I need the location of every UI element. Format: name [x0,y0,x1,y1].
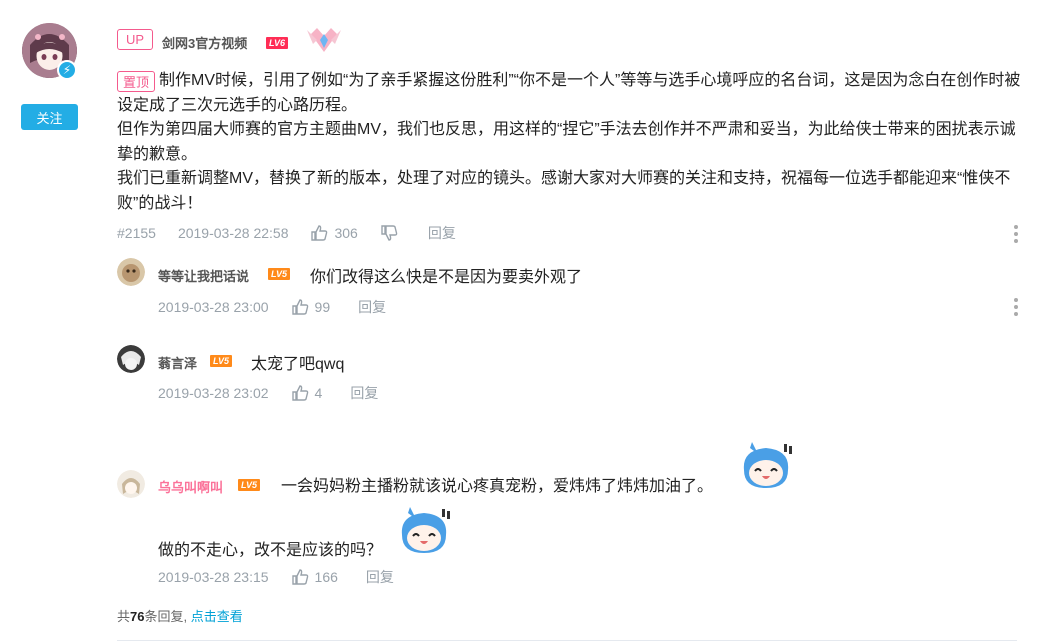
divider [117,640,1017,641]
reply-avatar[interactable] [117,470,145,498]
emoji-sticker [738,440,794,492]
reply-text: 你们改得这么快是不是因为要卖外观了 [310,269,583,286]
reply-username[interactable]: 蓊言泽 [158,353,197,372]
verified-lightning-icon: ⚡ [57,60,77,80]
like-count: 166 [314,569,338,585]
thumbs-down-icon[interactable] [380,224,398,242]
level-badge: LV5 [268,268,291,280]
reply-username[interactable]: 乌乌叫啊叫 [158,477,223,496]
reply-text-line2: 做的不走心，改不是应该的吗？ [158,542,383,559]
medal-icon [305,24,343,54]
reply-text: 一会妈妈粉主播粉就该说心疼真宠粉，爱炜炜了炜炜加油了。 [281,478,714,495]
thumbs-up-icon[interactable] [291,298,309,316]
emoji-sticker [396,505,452,557]
up-tag: UP [117,29,153,50]
reply-meta: 2019-03-28 23:02 4 回复 [158,383,378,403]
view-all-replies-link[interactable]: 点击查看 [191,609,243,624]
reply-time: 2019-03-28 23:02 [158,385,269,401]
comment-paragraph: 我们已重新调整MV，替换了新的版本，处理了对应的镜头。感谢大家对大师赛的关注和支… [117,170,1011,212]
reply-username[interactable]: 等等让我把话说 [158,266,249,285]
reply-count: 76 [130,609,145,624]
reply-meta: 2019-03-28 23:15 166 回复 [158,567,394,587]
more-options-icon[interactable] [1014,225,1018,243]
level-badge: LV5 [210,355,233,367]
follow-button[interactable]: 关注 [21,104,78,130]
thumbs-up-icon[interactable] [291,384,309,402]
thumbs-up-icon[interactable] [310,224,328,242]
reply-time: 2019-03-28 23:00 [158,299,269,315]
level-badge: LV5 [238,479,261,491]
comment-content: 制作MV时候，引用了例如“为了亲手紧握这份胜利”“你不是一个人”等等与选手心境呼… [117,69,1027,216]
comment-paragraph: 但作为第四届大师赛的官方主题曲MV，我们也反思，用这样的“捏它”手法去创作并不严… [117,121,1016,163]
reply-avatar[interactable] [117,345,145,373]
up-username[interactable]: 剑网3官方视频 [162,33,247,52]
reply-time: 2019-03-28 23:15 [158,569,269,585]
like-count: 306 [334,225,358,241]
floor-number: #2155 [117,225,156,241]
comment-meta: #2155 2019-03-28 22:58 306 回复 [117,223,456,243]
like-count: 99 [314,299,331,315]
reply-avatar[interactable] [117,258,145,286]
reply-meta: 2019-03-28 23:00 99 回复 [158,297,386,317]
thumbs-up-icon[interactable] [291,568,309,586]
reply-button[interactable]: 回复 [366,567,394,587]
comment-time: 2019-03-28 22:58 [177,225,289,241]
reply-button[interactable]: 回复 [358,297,386,317]
reply-button[interactable]: 回复 [350,383,378,403]
level-badge: LV6 [266,37,289,49]
summary-suffix: 条回复, [144,609,188,624]
reply-count-summary: 共76条回复, 点击查看 [117,606,243,625]
reply-button[interactable]: 回复 [428,223,456,243]
like-count: 4 [314,385,323,401]
comment-paragraph: 制作MV时候，引用了例如“为了亲手紧握这份胜利”“你不是一个人”等等与选手心境呼… [117,72,1021,114]
more-options-icon[interactable] [1014,298,1018,316]
summary-prefix: 共 [117,609,131,624]
reply-text: 太宠了吧qwq [251,356,345,373]
